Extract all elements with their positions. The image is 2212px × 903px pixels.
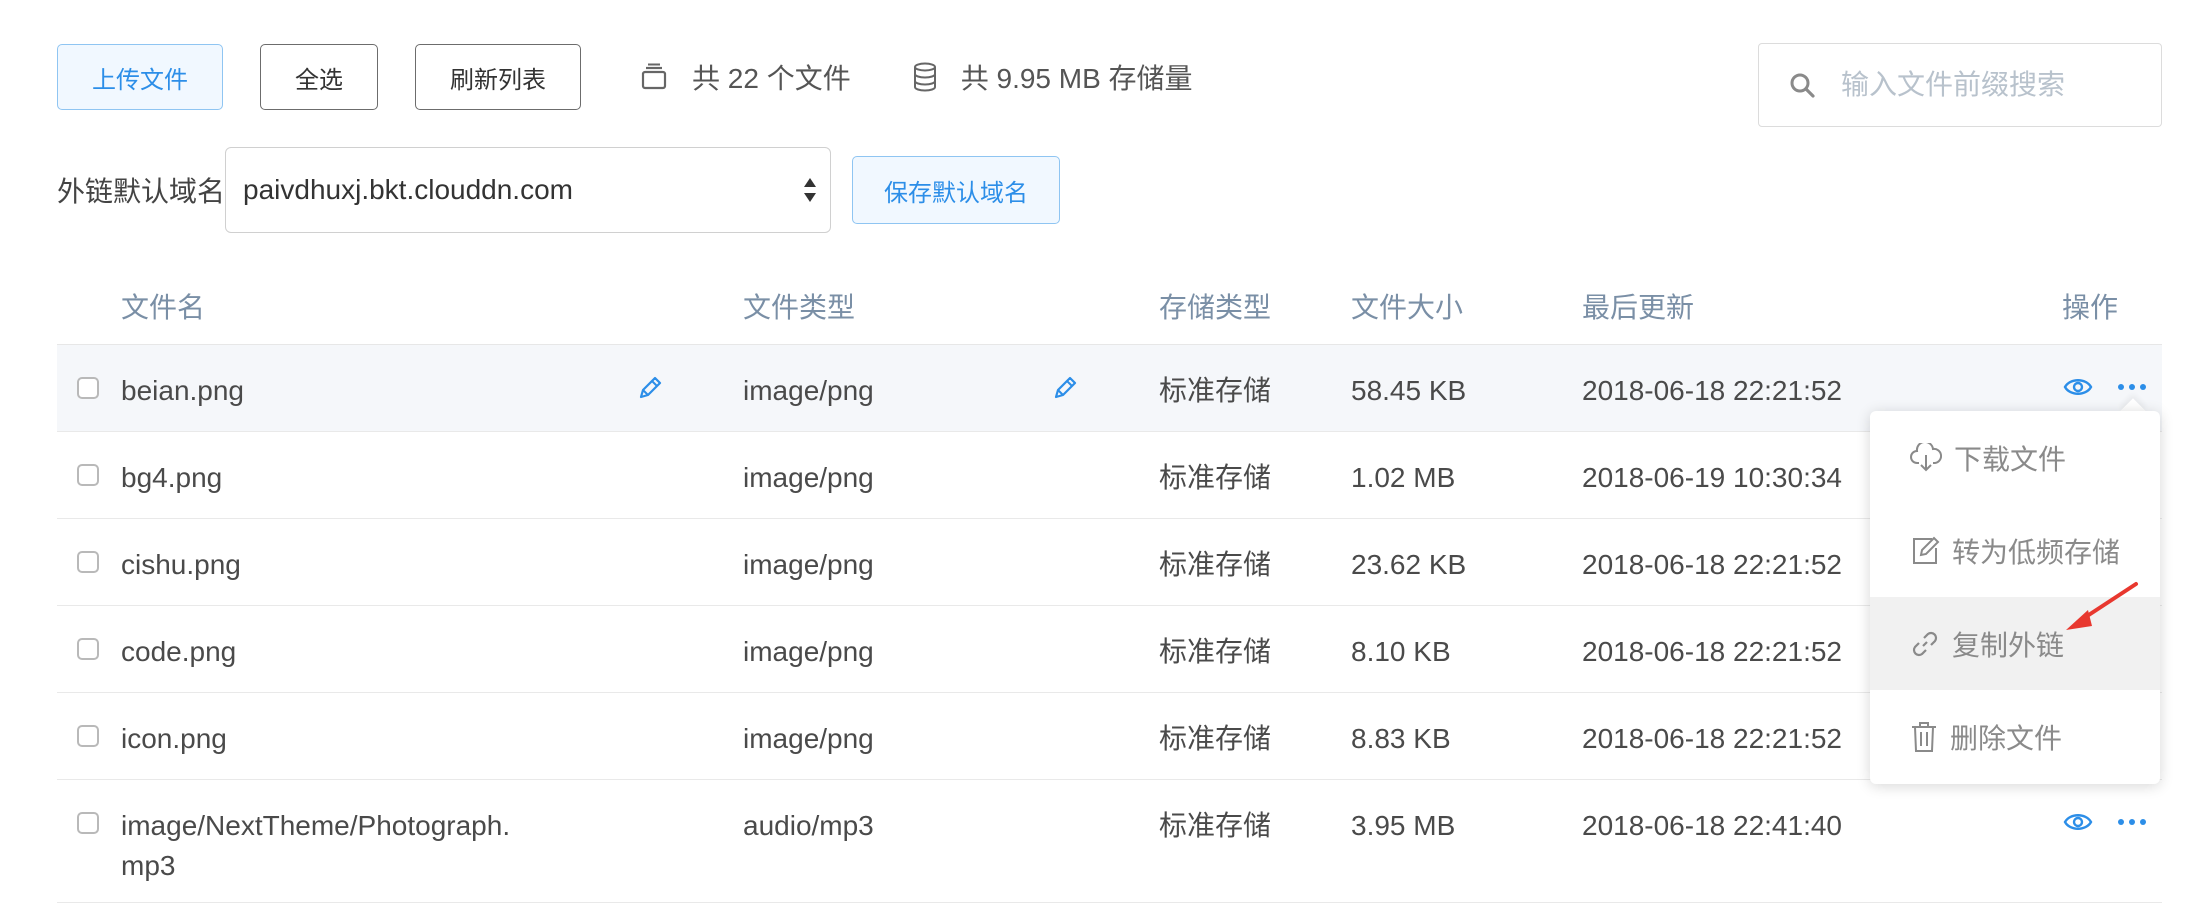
storage-type: 标准存储 — [1159, 549, 1272, 580]
table-row[interactable]: beian.png image/png 标准存储 58.45 KB 2018-0… — [57, 345, 2162, 432]
last-updated: 2018-06-18 22:21:52 — [1582, 723, 1842, 754]
link-icon — [1912, 631, 1938, 656]
file-size: 8.10 KB — [1351, 636, 1451, 667]
storage-type: 标准存储 — [1159, 462, 1272, 493]
last-updated: 2018-06-18 22:41:40 — [1582, 810, 1842, 841]
default-domain-value: paivdhuxj.bkt.clouddn.com — [243, 174, 573, 205]
refresh-list-button[interactable]: 刷新列表 — [415, 44, 581, 110]
file-size: 1.02 MB — [1351, 462, 1456, 493]
menu-item-delete[interactable]: 删除文件 — [1870, 690, 2160, 783]
default-domain-select[interactable]: paivdhuxj.bkt.clouddn.com — [225, 147, 832, 233]
file-type: image/png — [743, 462, 874, 493]
table-row[interactable]: bg4.png image/png 标准存储 1.02 MB 2018-06-1… — [57, 432, 2162, 519]
row-checkbox[interactable] — [77, 551, 99, 573]
select-arrows-icon — [804, 178, 817, 202]
file-type: image/png — [743, 723, 874, 754]
save-default-domain-button[interactable]: 保存默认域名 — [852, 156, 1061, 224]
last-updated: 2018-06-19 10:30:34 — [1582, 462, 1842, 493]
more-options-icon[interactable] — [2117, 818, 2147, 826]
table-header: 文件名 文件类型 存储类型 文件大小 最后更新 操作 — [57, 262, 2162, 345]
edit-square-icon — [1913, 536, 1940, 564]
toolbar: 上传文件 全选 刷新列表 共 22 个文件 共 9.95 MB 存储量 — [57, 43, 1233, 111]
menu-label-convert-storage: 转为低频存储 — [1952, 536, 2121, 568]
header-storage-type[interactable]: 存储类型 — [1159, 286, 1271, 326]
file-name-line: mp3 — [121, 850, 176, 881]
default-domain-label: 外链默认域名 — [57, 176, 226, 207]
table-row[interactable]: code.png image/png 标准存储 8.10 KB 2018-06-… — [57, 606, 2162, 693]
file-size: 58.45 KB — [1351, 375, 1467, 406]
file-type: image/png — [743, 636, 874, 667]
annotation-arrow-icon — [2066, 582, 2138, 630]
file-name: bg4.png — [121, 462, 223, 493]
last-updated: 2018-06-18 22:21:52 — [1582, 636, 1842, 667]
file-type: audio/mp3 — [743, 810, 874, 841]
row-checkbox[interactable] — [77, 812, 99, 834]
cloud-download-icon — [1910, 442, 1942, 471]
table-row[interactable]: image/NextTheme/Photograph. mp3 audio/mp… — [57, 780, 2162, 903]
file-name-line: image/NextTheme/Photograph. — [121, 810, 511, 841]
file-name: code.png — [121, 636, 237, 667]
header-file-name[interactable]: 文件名 — [121, 286, 205, 326]
file-table: 文件名 文件类型 存储类型 文件大小 最后更新 操作 beian.png ima… — [57, 262, 2162, 903]
files-icon — [641, 63, 667, 90]
menu-label-copy-link: 复制外链 — [1952, 629, 2065, 661]
more-options-icon[interactable] — [2117, 383, 2147, 391]
preview-eye-icon[interactable] — [2063, 375, 2093, 399]
header-last-updated[interactable]: 最后更新 — [1582, 286, 1694, 326]
row-checkbox[interactable] — [77, 725, 99, 747]
file-name: beian.png — [121, 375, 245, 406]
preview-eye-icon[interactable] — [2063, 810, 2093, 834]
storage-stat: 共 9.95 MB 存储量 — [913, 57, 1193, 97]
last-updated: 2018-06-18 22:21:52 — [1582, 375, 1842, 406]
header-file-type[interactable]: 文件类型 — [743, 286, 855, 326]
file-name: icon.png — [121, 723, 227, 754]
header-file-size[interactable]: 文件大小 — [1351, 286, 1463, 326]
menu-item-download[interactable]: 下载文件 — [1870, 411, 2160, 504]
table-row[interactable]: cishu.png image/png 标准存储 23.62 KB 2018-0… — [57, 519, 2162, 606]
edit-type-pencil-icon[interactable] — [1050, 373, 1080, 403]
storage-type: 标准存储 — [1159, 375, 1272, 406]
search-input[interactable] — [1839, 68, 2143, 102]
file-size: 23.62 KB — [1351, 549, 1467, 580]
row-checkbox[interactable] — [77, 638, 99, 660]
trash-icon — [1912, 721, 1936, 752]
search-icon — [1790, 73, 1815, 98]
table-row[interactable]: icon.png image/png 标准存储 8.83 KB 2018-06-… — [57, 693, 2162, 780]
rename-pencil-icon[interactable] — [635, 373, 665, 403]
storage-type: 标准存储 — [1159, 723, 1272, 754]
storage-type: 标准存储 — [1159, 636, 1272, 667]
default-domain-row: 外链默认域名 paivdhuxj.bkt.clouddn.com 保存默认域名 — [57, 147, 1061, 233]
upload-file-button[interactable]: 上传文件 — [57, 44, 223, 110]
file-count-stat: 共 22 个文件 — [640, 57, 851, 97]
menu-label-download: 下载文件 — [1954, 443, 2067, 475]
database-icon — [913, 62, 936, 92]
file-size: 8.83 KB — [1351, 723, 1451, 754]
file-count-text: 共 22 个文件 — [692, 63, 851, 94]
menu-label-delete: 删除文件 — [1950, 722, 2063, 754]
file-name: cishu.png — [121, 549, 241, 580]
row-checkbox[interactable] — [77, 464, 99, 486]
storage-type: 标准存储 — [1159, 810, 1272, 841]
file-type: image/png — [743, 375, 874, 406]
file-type: image/png — [743, 549, 874, 580]
last-updated: 2018-06-18 22:21:52 — [1582, 549, 1842, 580]
header-actions: 操作 — [2062, 292, 2119, 323]
search-box — [1758, 43, 2162, 127]
select-all-button[interactable]: 全选 — [260, 44, 378, 110]
file-size: 3.95 MB — [1351, 810, 1456, 841]
row-checkbox[interactable] — [77, 377, 99, 399]
file-name: image/NextTheme/Photograph. mp3 — [121, 806, 510, 886]
storage-text: 共 9.95 MB 存储量 — [960, 63, 1193, 94]
